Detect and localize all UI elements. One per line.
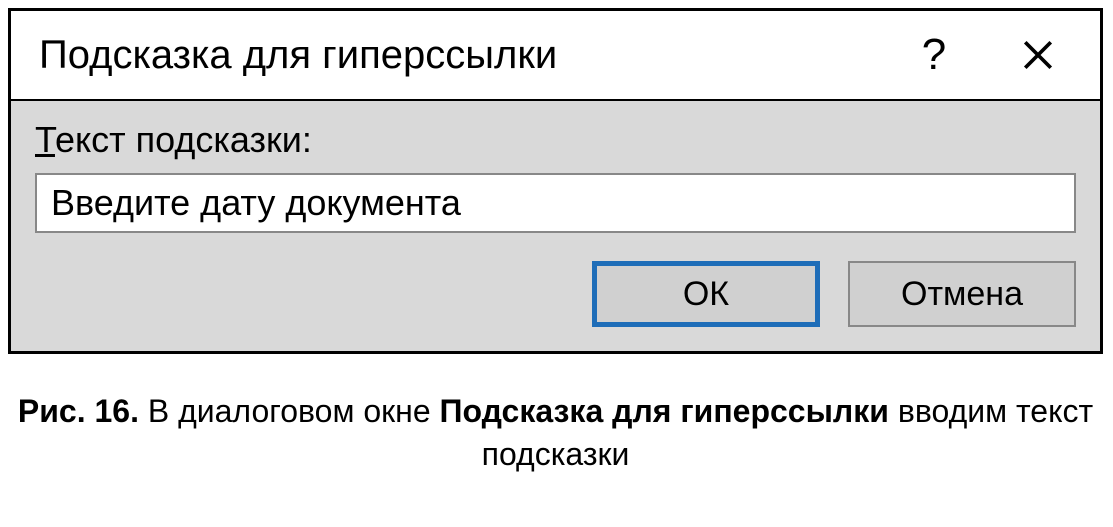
titlebar: Подсказка для гиперссылки ? [11,11,1100,99]
help-button[interactable]: ? [912,30,956,80]
dialog-body: Текст подсказки: ОК Отмена [11,99,1100,351]
figure-caption: Рис. 16. В диалоговом окне Подсказка для… [8,390,1103,476]
close-icon [1021,38,1055,72]
cancel-button[interactable]: Отмена [848,261,1076,327]
tooltip-text-input[interactable] [35,173,1076,233]
titlebar-buttons: ? [912,30,1060,80]
dialog-button-row: ОК Отмена [35,261,1076,327]
hyperlink-tooltip-dialog: Подсказка для гиперссылки ? Текст подска… [8,8,1103,354]
dialog-name-in-caption: Подсказка для гиперссылки [440,393,889,429]
dialog-title: Подсказка для гиперссылки [39,33,912,78]
figure-number: Рис. 16. [18,393,139,429]
ok-button[interactable]: ОК [592,261,820,327]
tooltip-text-label: Текст подсказки: [35,119,1076,161]
close-button[interactable] [1016,30,1060,80]
